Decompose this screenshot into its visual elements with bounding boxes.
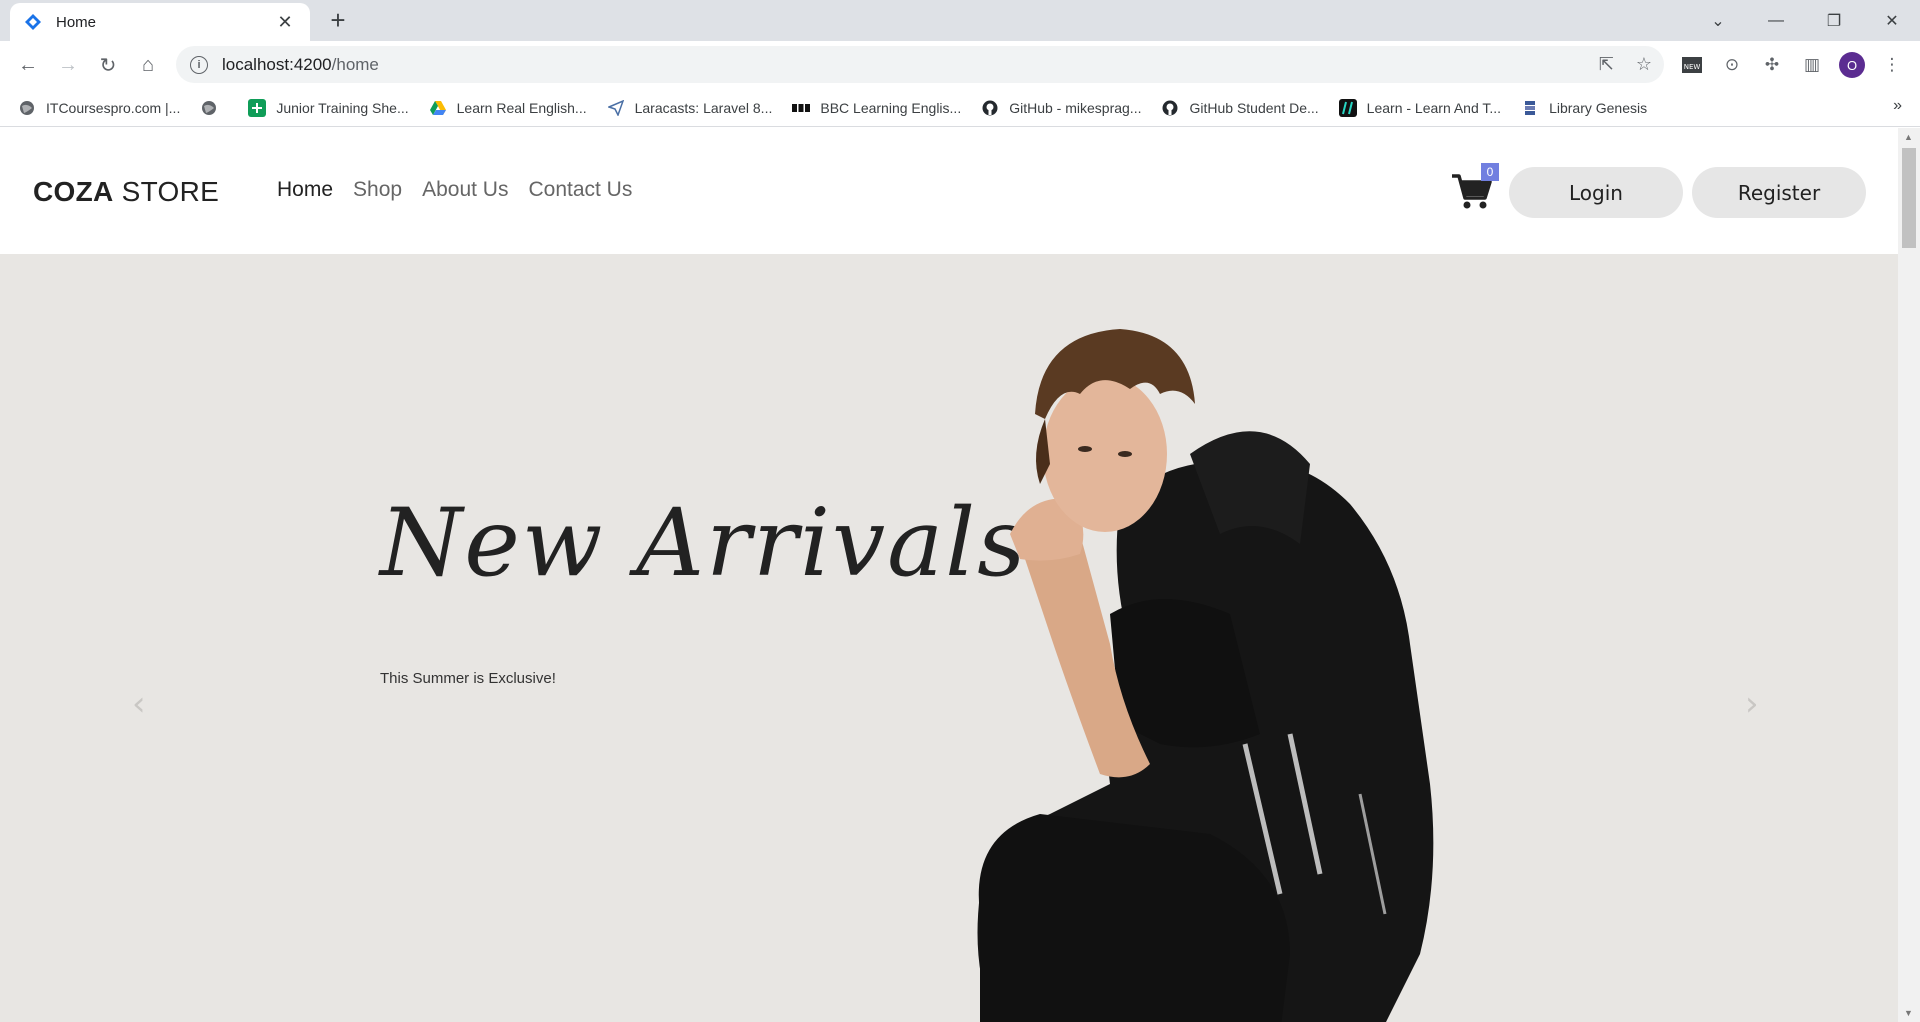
browser-tab-home[interactable]: Home ✕	[10, 3, 310, 41]
bookmarks-overflow-icon[interactable]: »	[1893, 97, 1902, 115]
main-nav: Home Shop About Us Contact Us	[277, 178, 632, 202]
hero-model-image	[977, 329, 1434, 1022]
close-window-button[interactable]: ✕	[1864, 0, 1920, 41]
sheets-icon	[248, 98, 267, 117]
bookmark-github-student[interactable]: GitHub Student De...	[1161, 99, 1319, 117]
bookmark-library-genesis[interactable]: Library Genesis	[1521, 99, 1647, 117]
new-tab-button[interactable]: +	[324, 7, 352, 35]
bookmark-learn-and[interactable]: Learn - Learn And T...	[1338, 98, 1501, 117]
bookmark-github-mikesprag[interactable]: GitHub - mikesprag...	[981, 99, 1141, 117]
hero-slider: New Arrivals This Summer is Exclusive! ‹…	[0, 254, 1898, 1022]
reload-button[interactable]: ↻	[92, 49, 124, 81]
share-icon[interactable]: ⇱	[1599, 54, 1614, 75]
restore-button[interactable]: ❐	[1806, 0, 1862, 41]
bookmarks-bar: ITCoursespro.com |... Junior Training Sh…	[0, 89, 1920, 127]
svg-text:NEW: NEW	[1684, 63, 1701, 71]
extension-circle-icon[interactable]: ⊙	[1718, 51, 1746, 79]
github-icon	[1161, 99, 1179, 117]
globe-icon	[200, 99, 218, 117]
minimize-button[interactable]: —	[1748, 0, 1804, 41]
scrollbar-thumb[interactable]	[1902, 148, 1916, 248]
nav-home[interactable]: Home	[277, 178, 333, 202]
site-info-icon[interactable]: i	[190, 55, 208, 74]
chrome-menu-icon[interactable]: ⋮	[1878, 51, 1906, 79]
home-button[interactable]: ⌂	[132, 49, 164, 81]
scroll-down-arrow-icon[interactable]: ▼	[1904, 1008, 1913, 1018]
back-button[interactable]: ←	[12, 49, 44, 81]
bookmark-laracasts[interactable]: Laracasts: Laravel 8...	[607, 99, 772, 117]
bookmark-bbc[interactable]: BBC Learning Englis...	[792, 99, 961, 117]
site-logo[interactable]: COZA STORE	[33, 176, 219, 208]
library-icon	[1521, 99, 1539, 117]
browser-toolbar: ← → ↻ ⌂ i localhost:4200/home ⇱ ☆ NEW ⊙ …	[0, 41, 1920, 89]
cart-count-badge: 0	[1481, 163, 1499, 181]
web-page: COZA STORE Home Shop About Us Contact Us…	[0, 128, 1898, 1022]
bookmark-globe[interactable]	[200, 99, 228, 117]
bookmark-learn-real-english[interactable]: Learn Real English...	[429, 99, 587, 117]
forward-button[interactable]: →	[52, 49, 84, 81]
bookmark-itcoursespro[interactable]: ITCoursespro.com |...	[18, 99, 180, 117]
address-bar[interactable]: i localhost:4200/home ⇱ ☆	[176, 46, 1664, 83]
page-scrollbar[interactable]: ▲ ▼	[1898, 128, 1920, 1022]
github-icon	[981, 99, 999, 117]
extension-new-icon[interactable]: NEW	[1678, 51, 1706, 79]
nav-about-us[interactable]: About Us	[422, 178, 508, 202]
drive-icon	[429, 99, 447, 117]
bookmark-star-icon[interactable]: ☆	[1636, 54, 1652, 75]
side-panel-icon[interactable]: ▥	[1798, 51, 1826, 79]
slider-next-arrow-icon[interactable]: ›	[1745, 684, 1759, 724]
site-header: COZA STORE Home Shop About Us Contact Us…	[0, 128, 1898, 254]
tab-close-icon[interactable]: ✕	[274, 12, 296, 33]
login-button[interactable]: Login	[1509, 167, 1683, 218]
hero-title: New Arrivals	[380, 489, 1028, 598]
url-text: localhost:4200/home	[222, 54, 379, 74]
nav-contact-us[interactable]: Contact Us	[528, 178, 632, 202]
bbc-icon	[792, 99, 811, 117]
paper-plane-icon	[607, 99, 625, 117]
browser-tabstrip: Home ✕ + ⌄ — ❐ ✕	[0, 0, 1920, 41]
scroll-up-arrow-icon[interactable]: ▲	[1904, 132, 1913, 142]
tab-title: Home	[56, 13, 97, 31]
globe-icon	[18, 99, 36, 117]
nav-shop[interactable]: Shop	[353, 178, 402, 202]
angular-favicon-icon	[24, 13, 42, 31]
learn-icon	[1338, 98, 1357, 117]
bookmark-junior-training[interactable]: Junior Training She...	[248, 98, 409, 117]
register-button[interactable]: Register	[1692, 167, 1866, 218]
hero-subtitle: This Summer is Exclusive!	[380, 670, 556, 687]
slider-prev-arrow-icon[interactable]: ‹	[132, 684, 146, 724]
profile-avatar[interactable]: O	[1838, 51, 1866, 79]
extensions-puzzle-icon[interactable]: ✣	[1758, 51, 1786, 79]
tab-search-chevron-icon[interactable]: ⌄	[1690, 0, 1746, 41]
